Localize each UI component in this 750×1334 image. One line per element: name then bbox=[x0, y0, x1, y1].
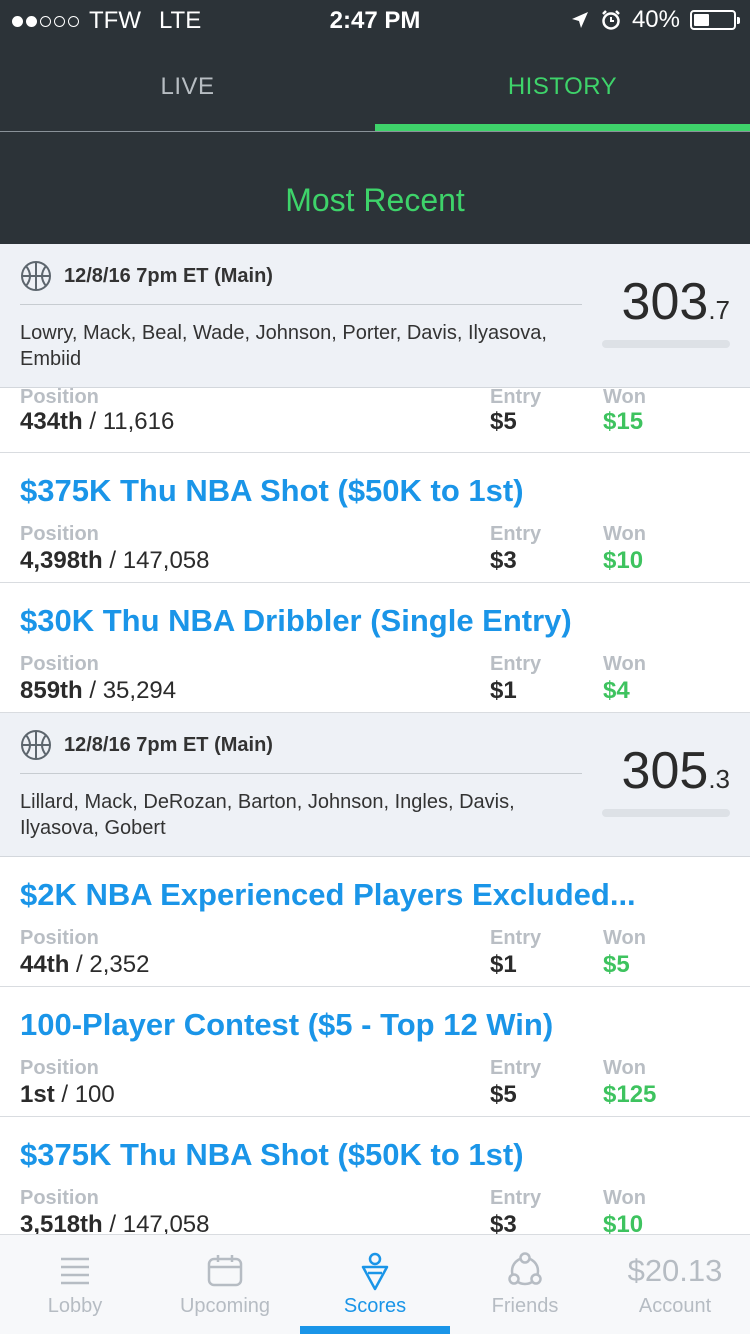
contest-title[interactable]: $30K Thu NBA Dribbler (Single Entry) bbox=[20, 603, 572, 639]
position-value: 1st / 100 bbox=[20, 1081, 115, 1108]
contest-row[interactable]: $30K Thu NBA Dribbler (Single Entry) Pos… bbox=[0, 583, 750, 713]
nav-scores[interactable]: Scores bbox=[300, 1235, 450, 1334]
lineup-date: 12/8/16 7pm ET (Main) bbox=[64, 264, 273, 287]
location-arrow-icon bbox=[571, 12, 588, 28]
won-value: $10 bbox=[603, 1211, 644, 1234]
contest-title[interactable]: $375K Thu NBA Shot ($50K to 1st) bbox=[20, 473, 524, 509]
won-value: $4 bbox=[603, 677, 630, 704]
position-label: Position bbox=[20, 386, 99, 408]
nav-account[interactable]: $20.13 Account bbox=[600, 1235, 750, 1334]
entry-label: Entry bbox=[490, 1057, 542, 1079]
contest-row[interactable]: 100-Player Contest ($5 - Top 12 Win) Pos… bbox=[0, 987, 750, 1117]
contest-row[interactable]: Position 434th / 11,616 Entry $5 Won $15 bbox=[0, 386, 750, 453]
tab-bar: LIVE HISTORY bbox=[0, 40, 750, 132]
basketball-icon bbox=[21, 730, 51, 760]
divider bbox=[20, 773, 582, 774]
nav-lobby[interactable]: Lobby bbox=[0, 1235, 150, 1334]
tab-live[interactable]: LIVE bbox=[0, 40, 375, 132]
position-label: Position bbox=[20, 653, 99, 675]
account-balance: $20.13 bbox=[627, 1253, 723, 1288]
calendar-icon bbox=[207, 1255, 243, 1287]
entry-value: $5 bbox=[490, 1081, 517, 1108]
won-label: Won bbox=[603, 386, 646, 408]
position-label: Position bbox=[20, 927, 99, 949]
entry-label: Entry bbox=[490, 653, 542, 675]
trophy-icon bbox=[361, 1252, 389, 1291]
tab-history[interactable]: HISTORY bbox=[375, 40, 750, 132]
position-value: 859th / 35,294 bbox=[20, 677, 177, 704]
lineup-card[interactable]: 12/8/16 7pm ET (Main) Lillard, Mack, DeR… bbox=[0, 713, 750, 857]
nav-label: Friends bbox=[491, 1295, 559, 1317]
status-bar: TFW LTE 2:47 PM 40% bbox=[0, 0, 750, 40]
entry-value: $3 bbox=[490, 547, 517, 574]
battery-level bbox=[694, 14, 710, 26]
bottom-nav: Lobby Upcoming Scores Friends $20.13 Acc… bbox=[0, 1234, 750, 1334]
lineup-score: 305.3 bbox=[621, 742, 730, 800]
position-label: Position bbox=[20, 1187, 99, 1209]
battery-percent: 40% bbox=[631, 6, 680, 33]
entry-value: $1 bbox=[490, 951, 517, 978]
nav-label: Scores bbox=[343, 1295, 407, 1317]
active-nav-indicator bbox=[300, 1326, 450, 1334]
history-list[interactable]: 12/8/16 7pm ET (Main) Lowry, Mack, Beal,… bbox=[0, 244, 750, 1234]
lineup-players: Lillard, Mack, DeRozan, Barton, Johnson,… bbox=[20, 791, 515, 839]
won-value: $15 bbox=[603, 408, 644, 435]
entry-value: $3 bbox=[490, 1211, 517, 1234]
nav-label: Upcoming bbox=[179, 1295, 271, 1317]
contest-row[interactable]: $375K Thu NBA Shot ($50K to 1st) Positio… bbox=[0, 453, 750, 583]
position-value: 3,518th / 147,058 bbox=[20, 1211, 210, 1234]
entry-label: Entry bbox=[490, 523, 542, 545]
entry-label: Entry bbox=[490, 386, 542, 408]
contest-title[interactable]: $2K NBA Experienced Players Excluded... bbox=[20, 877, 636, 913]
basketball-icon bbox=[21, 261, 51, 291]
friends-icon bbox=[508, 1252, 542, 1286]
header: LIVE HISTORY Most Recent bbox=[0, 40, 750, 244]
lineup-score: 303.7 bbox=[621, 273, 730, 331]
contest-row[interactable]: $2K NBA Experienced Players Excluded... … bbox=[0, 857, 750, 987]
won-value: $10 bbox=[603, 547, 644, 574]
nav-label: Lobby bbox=[47, 1295, 103, 1317]
list-icon bbox=[61, 1257, 89, 1285]
status-right: 40% bbox=[570, 6, 740, 34]
position-value: 44th / 2,352 bbox=[20, 951, 150, 978]
won-label: Won bbox=[603, 927, 646, 949]
won-label: Won bbox=[603, 1057, 646, 1079]
contest-title[interactable]: 100-Player Contest ($5 - Top 12 Win) bbox=[20, 1007, 553, 1043]
section-title: Most Recent bbox=[285, 182, 465, 218]
nav-label: Account bbox=[638, 1295, 712, 1317]
entry-value: $5 bbox=[490, 408, 517, 435]
position-label: Position bbox=[20, 523, 99, 545]
won-value: $125 bbox=[603, 1081, 657, 1108]
score-bar bbox=[602, 809, 730, 817]
lineup-players: Lowry, Mack, Beal, Wade, Johnson, Porter… bbox=[20, 322, 547, 370]
entry-label: Entry bbox=[490, 927, 542, 949]
position-value: 4,398th / 147,058 bbox=[20, 547, 210, 574]
position-label: Position bbox=[20, 1057, 99, 1079]
won-label: Won bbox=[603, 653, 646, 675]
alarm-clock-icon bbox=[602, 10, 620, 30]
nav-upcoming[interactable]: Upcoming bbox=[150, 1235, 300, 1334]
lineup-date: 12/8/16 7pm ET (Main) bbox=[64, 733, 273, 756]
entry-value: $1 bbox=[490, 677, 517, 704]
won-value: $5 bbox=[603, 951, 630, 978]
battery-icon bbox=[690, 10, 740, 30]
won-label: Won bbox=[603, 523, 646, 545]
position-value: 434th / 11,616 bbox=[20, 408, 175, 435]
nav-friends[interactable]: Friends bbox=[450, 1235, 600, 1334]
contest-title[interactable]: $375K Thu NBA Shot ($50K to 1st) bbox=[20, 1137, 524, 1173]
entry-label: Entry bbox=[490, 1187, 542, 1209]
lineup-card[interactable]: 12/8/16 7pm ET (Main) Lowry, Mack, Beal,… bbox=[0, 244, 750, 388]
active-tab-indicator bbox=[375, 124, 750, 131]
divider bbox=[20, 304, 582, 305]
score-bar bbox=[602, 340, 730, 348]
won-label: Won bbox=[603, 1187, 646, 1209]
contest-row[interactable]: $375K Thu NBA Shot ($50K to 1st) Positio… bbox=[0, 1117, 750, 1234]
